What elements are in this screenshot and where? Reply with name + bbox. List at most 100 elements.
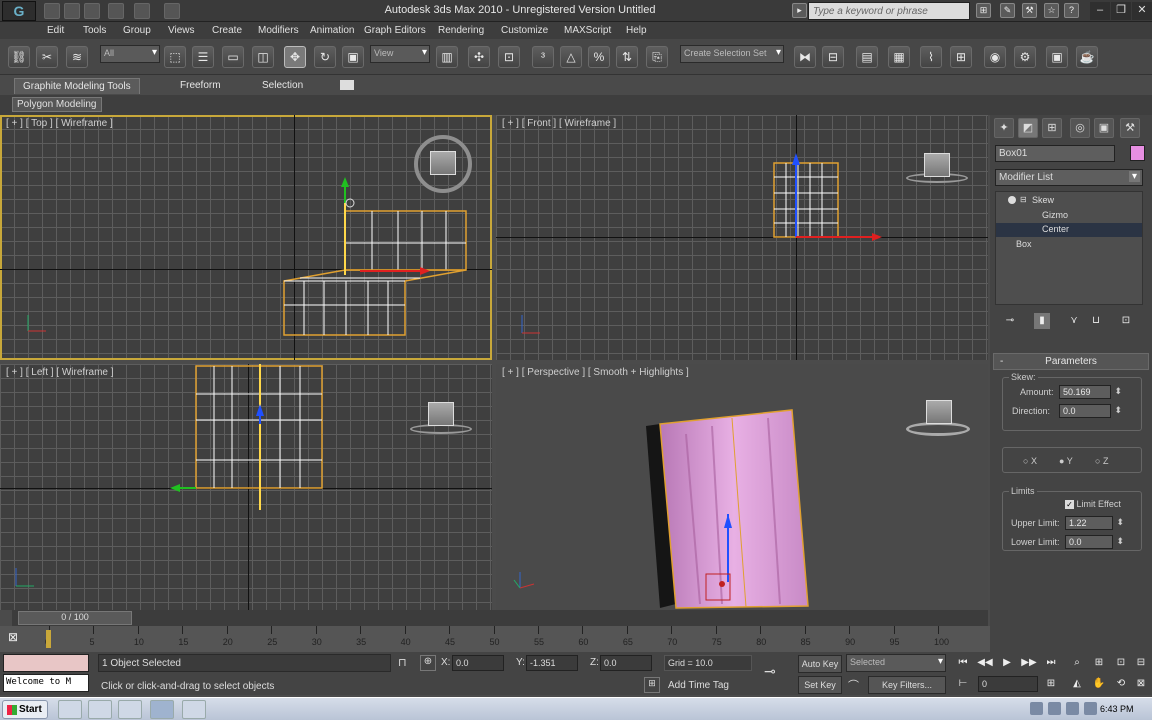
default-tangents-icon[interactable]: ⌒ xyxy=(848,677,864,693)
current-frame-marker[interactable] xyxy=(46,630,51,648)
auto-key-button[interactable]: Auto Key xyxy=(798,655,842,673)
menu-rendering[interactable]: Rendering xyxy=(438,25,484,36)
lock-selection-icon[interactable]: ⊓ xyxy=(398,656,412,670)
pin-stack-icon[interactable]: ⊸ xyxy=(1002,313,1018,329)
reference-coordinate-dropdown[interactable]: View xyxy=(370,45,430,63)
viewport-top[interactable]: [ + ] [ Top ] [ Wireframe ] xyxy=(0,115,492,360)
axis-x-radio[interactable]: ○ X xyxy=(1023,456,1037,466)
go-to-start-icon[interactable]: ⏮ xyxy=(954,655,972,671)
menu-modifiers[interactable]: Modifiers xyxy=(258,25,299,36)
pan-view-icon[interactable]: ✋ xyxy=(1090,676,1108,692)
rectangular-selection-icon[interactable]: ▭ xyxy=(222,46,244,68)
object-color-swatch[interactable] xyxy=(1130,145,1145,161)
zoom-all-icon[interactable]: ⊞ xyxy=(1090,655,1108,671)
display-tab-icon[interactable]: ▣ xyxy=(1094,118,1114,138)
stack-item-box[interactable]: Box xyxy=(996,238,1142,252)
internet-explorer-taskbar-icon[interactable] xyxy=(88,700,112,719)
spinner-snap-icon[interactable]: ⇅ xyxy=(616,46,638,68)
polygon-modeling-panel[interactable]: Polygon Modeling xyxy=(12,97,102,112)
stack-item-center[interactable]: Center xyxy=(996,223,1142,237)
orbit-icon[interactable]: ⟲ xyxy=(1112,676,1130,692)
lower-limit-spinner[interactable]: 0.0 xyxy=(1065,535,1124,549)
motion-tab-icon[interactable]: ◎ xyxy=(1070,118,1090,138)
lightbulb-icon[interactable] xyxy=(1008,196,1016,204)
tray-update-icon[interactable] xyxy=(1084,702,1097,715)
viewcube-ring[interactable] xyxy=(906,422,970,436)
maxscript-mini-listener[interactable]: Welcome to M xyxy=(3,674,89,692)
viewcube[interactable] xyxy=(428,402,454,426)
axis-y-radio[interactable]: ● Y xyxy=(1059,456,1073,466)
align-icon[interactable]: ⊟ xyxy=(822,46,844,68)
upper-limit-spinner[interactable]: 1.22 xyxy=(1065,516,1124,530)
subscription-icon[interactable]: ⚒ xyxy=(1022,3,1037,18)
next-frame-icon[interactable]: ▶▶ xyxy=(1020,655,1038,671)
select-and-link-icon[interactable]: ⛓ xyxy=(8,46,30,68)
tray-volume-icon[interactable] xyxy=(1048,702,1061,715)
redo-icon[interactable] xyxy=(134,3,150,19)
unlink-icon[interactable]: ✂ xyxy=(36,46,58,68)
bind-space-warp-icon[interactable]: ≋ xyxy=(66,46,88,68)
limit-effect-checkbox[interactable]: ✓ Limit Effect xyxy=(1065,499,1121,509)
y-coord-field[interactable]: -1.351 xyxy=(526,655,578,671)
pivot-center-icon[interactable]: ▥ xyxy=(436,46,458,68)
schematic-view-icon[interactable]: ⊞ xyxy=(950,46,972,68)
close-button[interactable]: ✕ xyxy=(1132,2,1152,20)
parameters-rollout-header[interactable]: - Parameters xyxy=(993,353,1149,370)
add-time-tag[interactable]: Add Time Tag xyxy=(668,680,729,691)
maximize-viewport-icon[interactable]: ⊠ xyxy=(1132,676,1150,692)
make-unique-icon[interactable]: ⋎ xyxy=(1066,313,1082,329)
play-icon[interactable]: ▶ xyxy=(998,655,1016,671)
field-of-view-icon[interactable]: ◭ xyxy=(1068,676,1086,692)
tab-freeform[interactable]: Freeform xyxy=(172,78,229,94)
render-production-icon[interactable]: ☕ xyxy=(1076,46,1098,68)
help-icon[interactable]: ? xyxy=(1064,3,1079,18)
utilities-tab-icon[interactable]: ⚒ xyxy=(1120,118,1140,138)
axis-z-radio[interactable]: ○ Z xyxy=(1095,456,1108,466)
zoom-icon[interactable]: ⌕ xyxy=(1068,655,1086,671)
layer-manager-icon[interactable]: ▤ xyxy=(856,46,878,68)
binoculars-icon[interactable]: ⊞ xyxy=(976,3,991,18)
tray-network-icon[interactable] xyxy=(1030,702,1043,715)
viewport-front[interactable]: [ + ] [ Front ] [ Wireframe ] xyxy=(496,115,988,360)
select-and-rotate-icon[interactable]: ↻ xyxy=(314,46,336,68)
time-slider[interactable]: 0 / 100 xyxy=(12,610,988,626)
maxscript-listener-output[interactable] xyxy=(3,654,89,672)
amount-spinner[interactable]: 50.169 xyxy=(1059,385,1122,399)
front-view-geometry[interactable] xyxy=(496,115,988,360)
viewcube[interactable] xyxy=(430,151,456,175)
communication-center-icon[interactable]: ✎ xyxy=(1000,3,1015,18)
remove-modifier-icon[interactable]: ⊔ xyxy=(1088,313,1104,329)
material-editor-icon[interactable]: ◉ xyxy=(984,46,1006,68)
render-setup-icon[interactable]: ⚙ xyxy=(1014,46,1036,68)
key-filters-button[interactable]: Key Filters... xyxy=(868,676,946,694)
go-to-end-icon[interactable]: ⏭ xyxy=(1042,655,1060,671)
application-button[interactable]: G xyxy=(2,1,36,21)
search-input[interactable]: Type a keyword or phrase xyxy=(808,2,970,20)
viewcube[interactable] xyxy=(924,153,950,177)
time-tag-icon[interactable]: ⊞ xyxy=(644,677,660,693)
viewport-perspective[interactable]: [ + ] [ Perspective ] [ Smooth + Highlig… xyxy=(496,364,988,610)
menu-views[interactable]: Views xyxy=(168,25,195,36)
named-selection-sets-dropdown[interactable]: Create Selection Set xyxy=(680,45,784,63)
create-tab-icon[interactable]: ✦ xyxy=(994,118,1014,138)
ribbon-minimize-icon[interactable] xyxy=(340,80,354,90)
time-slider-handle[interactable]: 0 / 100 xyxy=(18,611,132,625)
object-name-field[interactable]: Box01 xyxy=(995,145,1115,162)
keyboard-shortcut-override-icon[interactable]: ⊡ xyxy=(498,46,520,68)
expand-minus-icon[interactable]: ⊟ xyxy=(1020,195,1027,204)
absolute-mode-icon[interactable]: ⊕ xyxy=(420,655,436,671)
angle-snap-icon[interactable]: △ xyxy=(560,46,582,68)
z-coord-field[interactable]: 0.0 xyxy=(600,655,652,671)
previous-frame-icon[interactable]: ◀◀ xyxy=(976,655,994,671)
stack-item-gizmo[interactable]: Gizmo xyxy=(996,209,1142,223)
maximize-button[interactable]: ❐ xyxy=(1111,2,1131,20)
x-coord-field[interactable]: 0.0 xyxy=(452,655,504,671)
stack-item-skew[interactable]: ⊟ Skew xyxy=(996,194,1142,208)
zoom-extents-all-icon[interactable]: ⊟ xyxy=(1132,655,1150,671)
curve-editor-icon[interactable]: ⌇ xyxy=(920,46,942,68)
set-key-button[interactable]: Set Key xyxy=(798,676,842,694)
menu-create[interactable]: Create xyxy=(212,25,242,36)
menu-edit[interactable]: Edit xyxy=(47,25,64,36)
viewcube[interactable] xyxy=(926,400,952,424)
tab-selection[interactable]: Selection xyxy=(254,78,311,94)
